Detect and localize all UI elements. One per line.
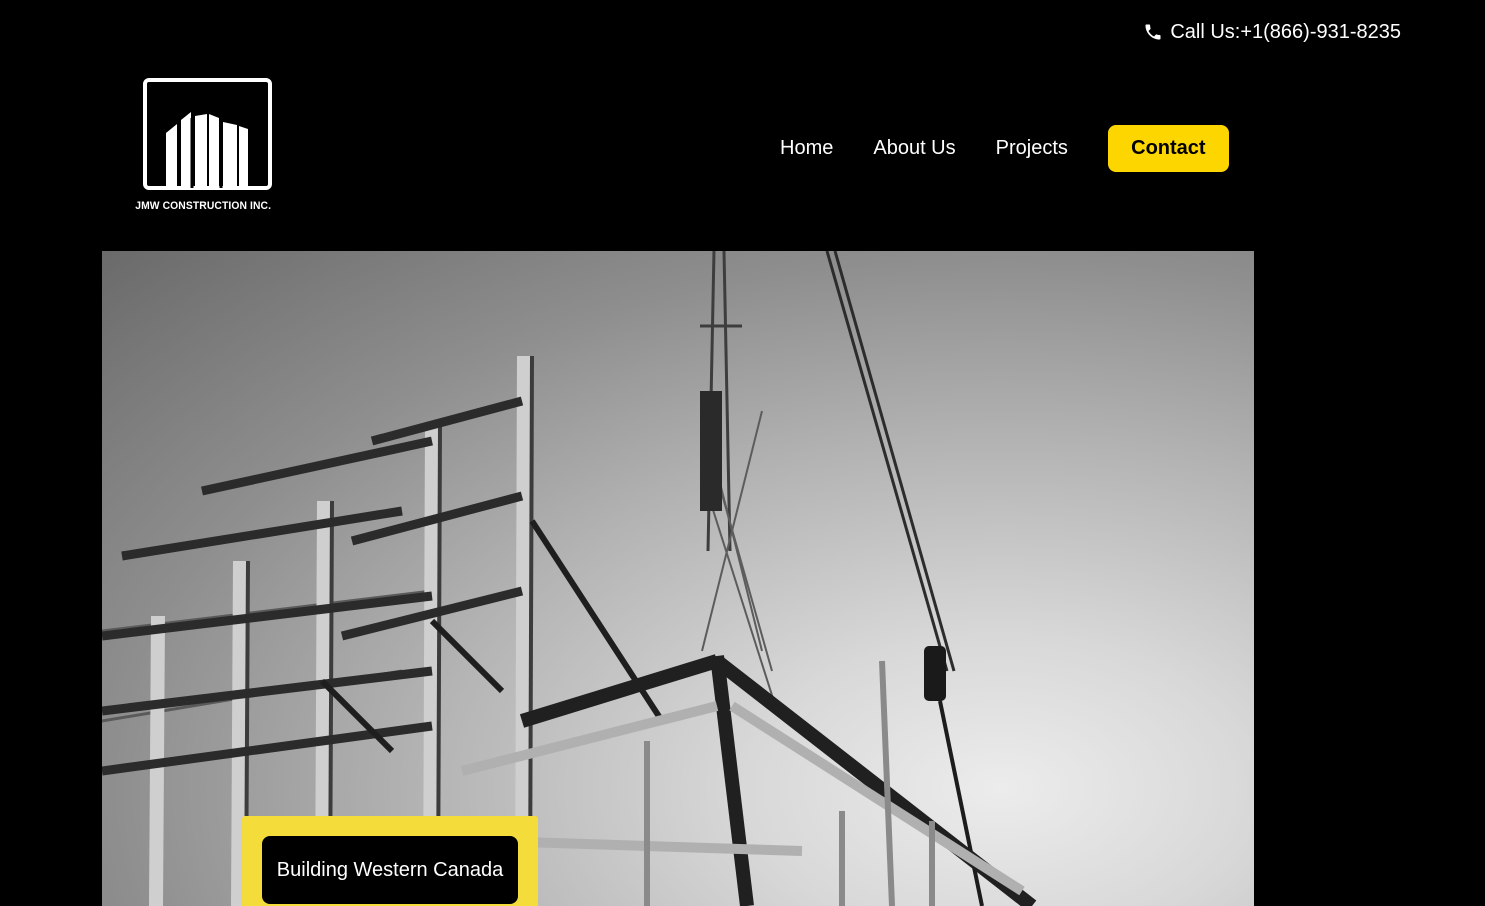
nav-about-us[interactable]: About Us [855,137,977,160]
nav-projects[interactable]: Projects [978,137,1090,160]
phone-icon [1145,24,1161,40]
tagline-frame: Building Western Canada [242,816,538,906]
contact-button[interactable]: Contact [1107,125,1229,172]
main-navigation: Home About Us Projects Contact [762,125,1229,172]
buildings-logo-icon [166,112,248,188]
steel-frame-crane-illustration [102,251,1037,906]
nav-home[interactable]: Home [762,137,855,160]
header-contact-bar[interactable]: Call Us:+1(866)-931-8235 [1143,17,1401,47]
hero-tagline: Building Western Canada [262,836,518,904]
hero-image [102,251,1254,906]
logo-company-name: JMW CONSTRUCTION INC. [135,200,272,212]
phone-number-label[interactable]: Call Us:+1(866)-931-8235 [1170,21,1401,44]
company-logo[interactable]: JMW CONSTRUCTION INC. [135,78,280,218]
